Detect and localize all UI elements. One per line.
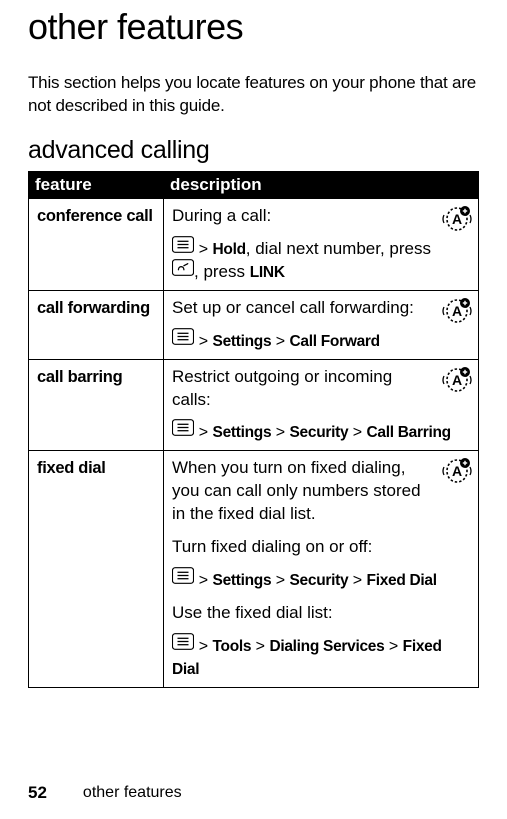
intro-paragraph: This section helps you locate features o… — [28, 72, 479, 136]
header-feature: feature — [29, 171, 164, 198]
network-feature-icon — [442, 297, 472, 334]
menu-key-icon — [172, 419, 194, 443]
description-path: > Tools > Dialing Services > Fixed Dial — [172, 635, 472, 681]
features-table: feature description conference call Duri… — [28, 171, 479, 688]
description-path: > Hold, dial next number, press , press … — [172, 238, 472, 284]
description-text: Restrict outgoing or incoming calls: — [172, 366, 472, 412]
table-row: conference call During a call: > Hold, d… — [29, 198, 479, 290]
description-path: > Settings > Call Forward — [172, 330, 472, 353]
page-title: other features — [28, 0, 479, 72]
send-key-icon — [172, 259, 194, 283]
footer-text: other features — [83, 784, 182, 802]
table-row: fixed dial When you turn on fixed dialin… — [29, 451, 479, 688]
network-feature-icon — [442, 205, 472, 242]
description-text: Use the fixed dial list: — [172, 602, 472, 625]
section-heading: advanced calling — [28, 136, 479, 171]
page-number: 52 — [28, 783, 47, 803]
feature-name: fixed dial — [29, 451, 164, 688]
description-path: > Settings > Security > Call Barring — [172, 421, 472, 444]
feature-description: When you turn on fixed dialing, you can … — [164, 451, 479, 688]
table-row: call barring Restrict outgoing or incomi… — [29, 359, 479, 451]
menu-key-icon — [172, 328, 194, 352]
feature-name: call forwarding — [29, 290, 164, 359]
table-row: call forwarding Set up or cancel call fo… — [29, 290, 479, 359]
menu-key-icon — [172, 567, 194, 591]
header-description: description — [164, 171, 479, 198]
description-text: When you turn on fixed dialing, you can … — [172, 457, 472, 526]
menu-key-icon — [172, 633, 194, 657]
description-text: Set up or cancel call forwarding: — [172, 297, 472, 320]
description-text: Turn fixed dialing on or off: — [172, 536, 472, 559]
network-feature-icon — [442, 366, 472, 403]
feature-description: Restrict outgoing or incoming calls: > S… — [164, 359, 479, 451]
menu-key-icon — [172, 236, 194, 260]
network-feature-icon — [442, 457, 472, 494]
feature-description: Set up or cancel call forwarding: > Sett… — [164, 290, 479, 359]
feature-name: call barring — [29, 359, 164, 451]
feature-name: conference call — [29, 198, 164, 290]
page-footer: 52 other features — [28, 783, 182, 803]
description-path: > Settings > Security > Fixed Dial — [172, 569, 472, 592]
feature-description: During a call: > Hold, dial next number,… — [164, 198, 479, 290]
description-text: During a call: — [172, 205, 472, 228]
